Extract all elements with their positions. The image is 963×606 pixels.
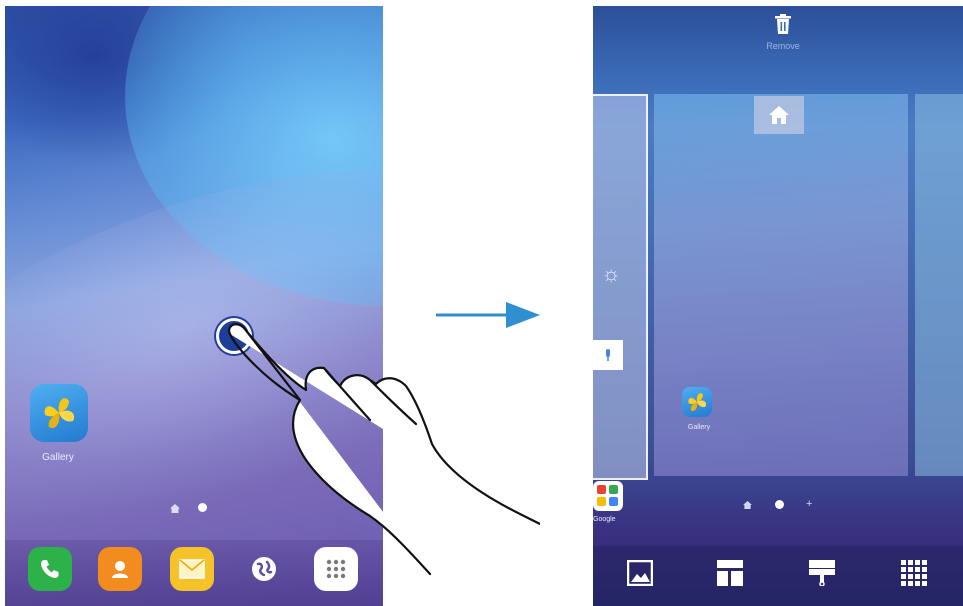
arrow-right-icon [436, 302, 540, 328]
add-page-icon[interactable]: + [806, 499, 812, 510]
gallery-label: Gallery [687, 424, 711, 431]
home-icon[interactable] [754, 96, 804, 134]
widgets-icon[interactable] [717, 560, 743, 586]
hand-illustration [228, 323, 540, 576]
home-panel-next[interactable] [915, 94, 963, 476]
page-indicator: + [743, 499, 812, 510]
home-icon [170, 503, 180, 513]
wallpapers-icon[interactable] [627, 560, 653, 586]
gallery-icon[interactable] [30, 384, 88, 442]
weather-icon: ☼ [601, 261, 622, 286]
home-panel-main[interactable] [654, 94, 908, 476]
remove-target[interactable]: Remove [743, 14, 823, 51]
gallery-leaves-icon [44, 398, 75, 429]
phone-icon[interactable] [28, 547, 72, 591]
mic-icon[interactable] [593, 340, 623, 370]
remove-label: Remove [766, 41, 800, 51]
screen-grid-icon[interactable] [901, 560, 927, 586]
home-screen-edit-mode: Remove ☼ Google Gallery + [593, 6, 963, 606]
page-dot [775, 500, 784, 509]
themes-icon[interactable] [809, 560, 835, 586]
page-indicator [170, 503, 207, 513]
gallery-label: Gallery [42, 452, 74, 463]
gallery-icon[interactable] [682, 387, 712, 417]
folder-icon[interactable] [593, 481, 623, 511]
page-dot [198, 503, 207, 512]
home-panel-previous[interactable]: ☼ Google [593, 94, 648, 523]
folder-label: Google [593, 516, 616, 523]
home-icon [743, 500, 753, 509]
contacts-icon[interactable] [98, 547, 142, 591]
messages-icon[interactable] [170, 547, 214, 591]
trash-icon [775, 14, 791, 34]
